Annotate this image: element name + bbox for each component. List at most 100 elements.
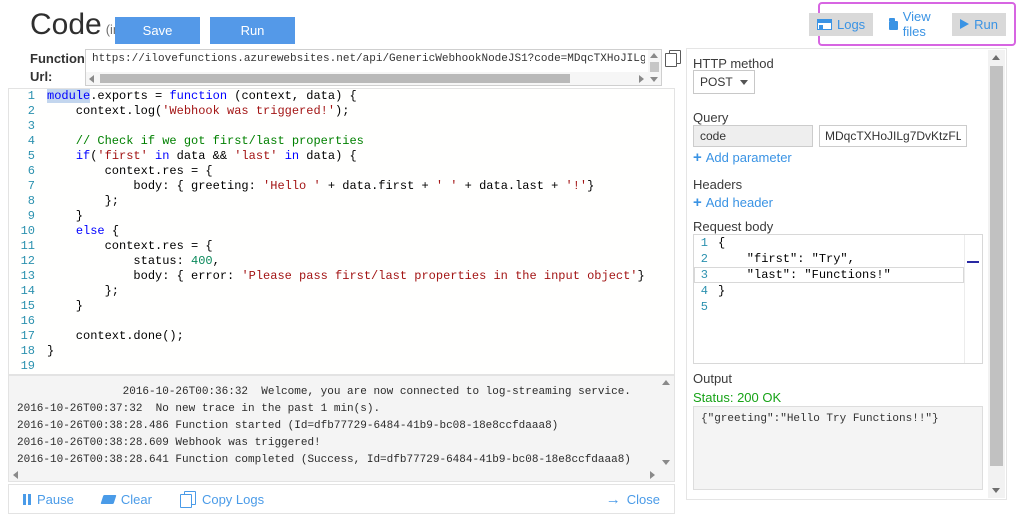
code-line: 1module.exports = function (context, dat… (9, 89, 674, 104)
line-number: 3 (694, 267, 718, 283)
scroll-down-arrow-icon[interactable] (662, 460, 670, 465)
add-header-label: Add header (706, 195, 773, 210)
folder-icon (889, 21, 898, 30)
log-panel[interactable]: 2016-10-26T00:36:32 Welcome, you are now… (8, 375, 675, 482)
add-parameter-label: Add parameter (706, 150, 792, 165)
overview-ruler (964, 235, 982, 363)
request-body-line: 3 "last": "Functions!" (694, 267, 964, 283)
run-button[interactable]: Run (210, 17, 295, 44)
log-line: 2016-10-26T00:38:28.641 Function complet… (17, 452, 650, 468)
panel-vertical-scrollbar[interactable] (988, 50, 1005, 498)
code-line: 15 } (9, 299, 674, 314)
scroll-up-arrow-icon[interactable] (650, 53, 658, 58)
log-line: 2016-10-26T00:37:32 No new trace in the … (17, 401, 650, 418)
scroll-up-arrow-icon[interactable] (662, 380, 670, 385)
http-method-select[interactable]: POST (693, 70, 755, 94)
line-number: 19 (9, 359, 47, 374)
line-number: 2 (9, 104, 47, 119)
code-line: 9 } (9, 209, 674, 224)
code-line: 5 if('first' in data && 'last' in data) … (9, 149, 674, 164)
add-header-button[interactable]: + Add header (693, 195, 773, 210)
line-number: 14 (9, 284, 47, 299)
line-number: 17 (9, 329, 47, 344)
logs-icon (817, 19, 832, 30)
code-line: 17 context.done(); (9, 329, 674, 344)
line-number: 9 (9, 209, 47, 224)
query-param-value-input[interactable] (819, 125, 967, 147)
clear-button[interactable]: Clear (102, 492, 152, 507)
headers-label: Headers (693, 177, 742, 192)
function-url-value[interactable]: https://ilovefunctions.azurewebsites.net… (92, 53, 645, 69)
request-body-editor[interactable]: 1{2 "first": "Try",3 "last": "Functions!… (693, 234, 983, 364)
save-button[interactable]: Save (115, 17, 200, 44)
scroll-down-arrow-icon[interactable] (650, 77, 658, 82)
annotation-highlight: Logs View files Run (818, 2, 1016, 46)
request-body-line: 5 (694, 299, 964, 315)
close-button[interactable]: → Close (606, 492, 660, 507)
code-line: 14 }; (9, 284, 674, 299)
log-toolbar: Pause Clear Copy Logs → Close (8, 484, 675, 514)
code-line: 3 (9, 119, 674, 134)
scrollbar-thumb[interactable] (990, 66, 1003, 466)
scroll-up-arrow-icon[interactable] (992, 55, 1000, 60)
scroll-down-arrow-icon[interactable] (992, 488, 1000, 493)
copy-url-button[interactable] (665, 50, 681, 72)
logs-button[interactable]: Logs (809, 13, 873, 36)
line-number: 5 (694, 299, 718, 315)
log-line: 2016-10-26T00:38:28.609 Webhook was trig… (17, 435, 650, 452)
code-line: 4 // Check if we got first/last properti… (9, 134, 674, 149)
scrollbar-thumb[interactable] (100, 74, 570, 83)
pause-button[interactable]: Pause (23, 492, 74, 507)
query-label: Query (693, 110, 728, 125)
request-body-line: 1{ (694, 235, 964, 251)
code-editor[interactable]: 1module.exports = function (context, dat… (8, 88, 675, 375)
plus-icon: + (693, 195, 702, 210)
line-number: 12 (9, 254, 47, 269)
log-vertical-scrollbar[interactable] (659, 376, 674, 469)
code-line: 16 (9, 314, 674, 329)
log-horizontal-scrollbar[interactable] (9, 469, 659, 481)
code-line: 7 body: { greeting: 'Hello ' + data.firs… (9, 179, 674, 194)
scroll-right-arrow-icon[interactable] (650, 471, 655, 479)
scroll-left-arrow-icon[interactable] (89, 75, 94, 83)
scroll-right-arrow-icon[interactable] (639, 75, 644, 83)
add-parameter-button[interactable]: + Add parameter (693, 150, 792, 165)
line-number: 1 (694, 235, 718, 251)
query-param-name-input[interactable] (693, 125, 813, 147)
log-line: 2016-10-26T00:38:28.486 Function started… (17, 418, 650, 435)
line-number: 3 (9, 119, 47, 134)
page-title-text: Code (30, 8, 102, 41)
copy-icon (180, 491, 196, 508)
copy-logs-button[interactable]: Copy Logs (180, 491, 264, 508)
scroll-left-arrow-icon[interactable] (13, 471, 18, 479)
run-top-button[interactable]: Run (952, 13, 1006, 36)
output-label: Output (693, 371, 732, 386)
request-body-lines: 1{2 "first": "Try",3 "last": "Functions!… (694, 235, 982, 315)
line-number: 16 (9, 314, 47, 329)
scrollbar-thumb[interactable] (650, 62, 659, 72)
play-icon (960, 19, 969, 29)
line-number: 10 (9, 224, 47, 239)
line-number: 11 (9, 239, 47, 254)
code-line: 11 context.res = { (9, 239, 674, 254)
line-number: 15 (9, 299, 47, 314)
http-method-label: HTTP method (693, 56, 774, 71)
code-line: 13 body: { error: 'Please pass first/las… (9, 269, 674, 284)
code-line: 12 status: 400, (9, 254, 674, 269)
log-lines: 2016-10-26T00:36:32 Welcome, you are now… (9, 380, 658, 468)
code-line: 18} (9, 344, 674, 359)
url-horizontal-scrollbar[interactable] (86, 72, 648, 85)
cursor-mark (967, 261, 979, 263)
function-url-box[interactable]: https://ilovefunctions.azurewebsites.net… (85, 49, 662, 86)
status-badge: Status: 200 OK (693, 390, 781, 405)
line-number: 7 (9, 179, 47, 194)
copy-logs-label: Copy Logs (202, 492, 264, 507)
view-files-button[interactable]: View files (889, 9, 936, 39)
line-number: 4 (9, 134, 47, 149)
url-vertical-scrollbar[interactable] (648, 50, 661, 85)
code-line: 10 else { (9, 224, 674, 239)
line-number: 18 (9, 344, 47, 359)
eraser-icon (100, 495, 116, 504)
request-body-line: 4} (694, 283, 964, 299)
plus-icon: + (693, 150, 702, 165)
